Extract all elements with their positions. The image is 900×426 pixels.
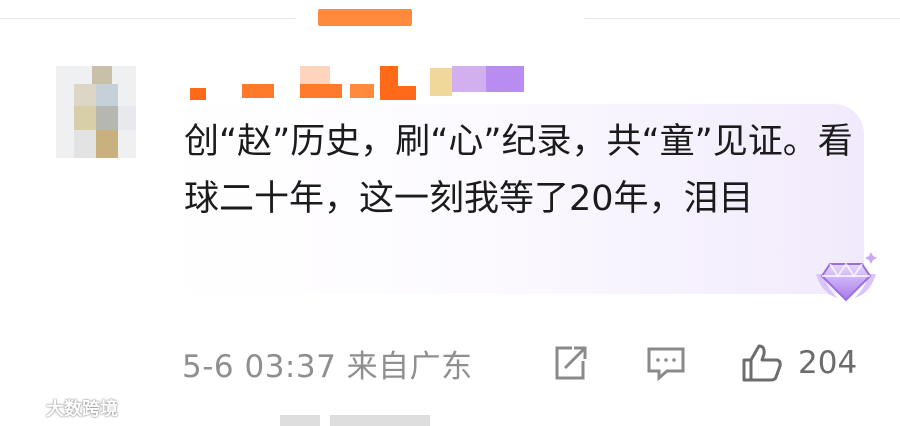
comment-button[interactable] (645, 338, 689, 388)
share-icon (555, 346, 587, 380)
avatar[interactable] (56, 66, 136, 158)
like-icon (742, 344, 782, 382)
username[interactable] (190, 62, 530, 102)
comment-text: 创“赵”历史，刷“心”纪录，共“童”见证。看球二十年，这一刻我等了20年，泪目 (184, 122, 853, 219)
next-comment-fragment (280, 415, 320, 426)
watermark-text: 大数跨境 (46, 399, 118, 420)
watermark-logo-icon (7, 399, 39, 417)
next-comment-fragment (330, 415, 430, 426)
like-button[interactable]: 204 (740, 338, 857, 388)
timestamp: 5-6 03:37 来自广东 (182, 348, 473, 385)
like-count: 204 (798, 345, 858, 381)
watermark: 大数跨境 (6, 393, 118, 423)
divider-right (585, 18, 900, 19)
diamond-badge-icon (816, 252, 877, 302)
redacted-top-label (318, 9, 412, 26)
comment-icon (647, 347, 685, 382)
share-button[interactable] (550, 338, 592, 388)
divider-left (0, 18, 295, 19)
